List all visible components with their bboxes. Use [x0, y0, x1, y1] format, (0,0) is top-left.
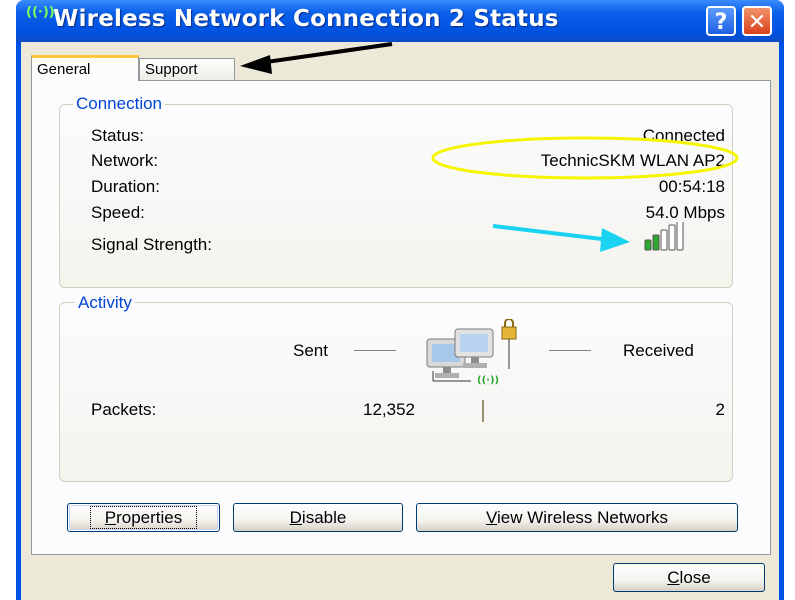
activity-legend: Activity — [75, 293, 135, 313]
duration-value: 00:54:18 — [658, 177, 725, 196]
network-computers-icon: ((·)) — [426, 319, 517, 386]
view-wireless-networks-button-label: View Wireless Networks — [485, 508, 669, 527]
packets-divider — [482, 400, 484, 422]
connection-group — [59, 104, 733, 288]
disable-button[interactable]: Disable — [233, 503, 403, 532]
speed-value: 54.0 Mbps — [645, 203, 725, 222]
sent-label: Sent — [293, 341, 328, 360]
activity-group — [59, 302, 733, 482]
connection-legend: Connection — [73, 94, 166, 114]
properties-button-label: Properties — [89, 506, 198, 529]
close-window-button[interactable]: ✕ — [742, 6, 772, 36]
close-button-label: Close — [667, 568, 711, 587]
network-label: Network: — [91, 151, 159, 170]
network-value: TechnicSKM WLAN AP2 — [540, 151, 725, 170]
help-button[interactable]: ? — [706, 6, 736, 36]
window-title: Wireless Network Connection 2 Status — [53, 6, 559, 32]
packets-received-value: 2 — [715, 400, 725, 419]
status-label: Status: — [91, 126, 144, 145]
title-bar[interactable]: ((·)) Wireless Network Connection 2 Stat… — [16, 0, 784, 42]
packets-sent-value: 12,352 — [363, 400, 415, 419]
disable-button-label: Disable — [289, 508, 347, 527]
dialog-client-area: General Support Connection Status: Conne… — [21, 42, 779, 600]
dialog-window: ((·)) Wireless Network Connection 2 Stat… — [16, 0, 784, 600]
tab-support[interactable]: Support — [139, 58, 235, 81]
received-label: Received — [623, 341, 694, 360]
received-line — [549, 350, 591, 351]
signal-bar — [668, 224, 676, 251]
close-button[interactable]: Close — [613, 563, 765, 592]
signal-strength-icon — [644, 222, 684, 251]
sent-line — [354, 350, 396, 351]
speed-label: Speed: — [91, 203, 145, 222]
view-wireless-networks-button[interactable]: View Wireless Networks — [416, 503, 738, 532]
packets-label: Packets: — [91, 400, 157, 419]
signal-bar — [660, 229, 668, 251]
tab-general-label: General — [37, 61, 91, 78]
svg-text:((·)): ((·)) — [477, 375, 499, 386]
wireless-icon: ((·)) — [26, 5, 55, 20]
duration-label: Duration: — [91, 177, 160, 196]
signal-strength-label: Signal Strength: — [91, 235, 212, 254]
signal-bar — [644, 239, 652, 251]
properties-button[interactable]: Properties — [67, 503, 220, 532]
signal-bar — [652, 234, 660, 251]
tab-general[interactable]: General — [31, 55, 139, 81]
status-value: Connected — [642, 126, 725, 145]
tab-support-label: Support — [145, 61, 198, 78]
signal-bar — [676, 222, 684, 251]
